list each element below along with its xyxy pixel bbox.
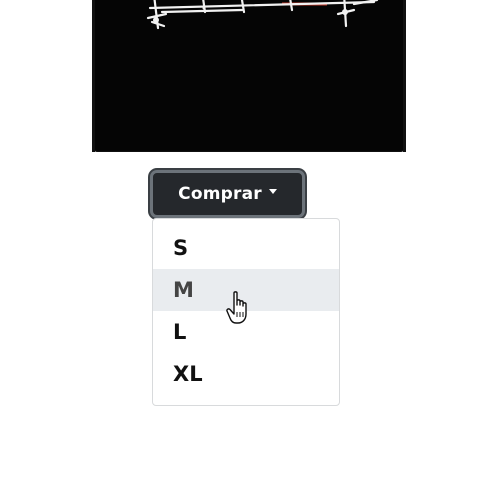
buy-dropdown-button[interactable]: Comprar <box>150 170 305 218</box>
shirt-graphic <box>92 0 406 152</box>
size-option-m[interactable]: M <box>153 269 339 311</box>
buy-button-label: Comprar <box>178 184 262 204</box>
size-option-label: XL <box>173 362 203 386</box>
size-option-label: S <box>173 236 189 260</box>
size-option-xl[interactable]: XL <box>153 353 339 395</box>
product-card: Comprar S M L XL <box>0 0 500 500</box>
size-option-label: L <box>173 320 187 344</box>
caret-down-icon <box>268 189 277 194</box>
size-dropdown-menu: S M L XL <box>152 218 340 406</box>
size-option-label: M <box>173 278 194 302</box>
product-image[interactable] <box>92 0 406 152</box>
size-option-s[interactable]: S <box>153 227 339 269</box>
size-option-l[interactable]: L <box>153 311 339 353</box>
